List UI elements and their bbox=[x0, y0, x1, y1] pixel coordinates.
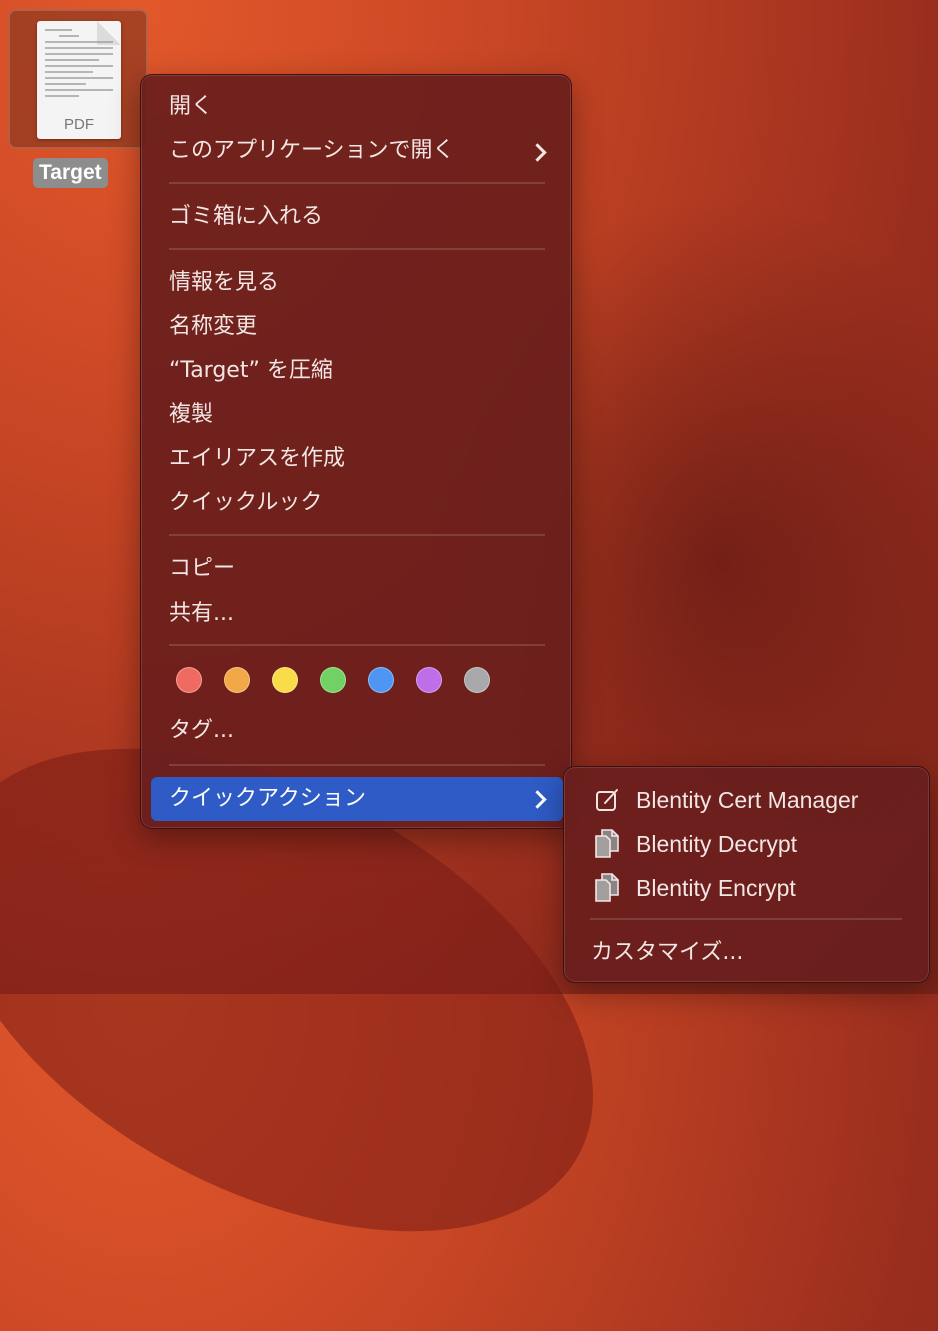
menu-item-quick-actions[interactable]: クイックアクション bbox=[151, 777, 563, 821]
menu-item-tags[interactable]: タグ... bbox=[169, 716, 234, 746]
pdf-thumbnail: PDF bbox=[37, 21, 121, 139]
quick-actions-submenu: Blentity Cert Manager Blentity Decrypt B… bbox=[563, 766, 930, 983]
menu-item-open-with[interactable]: このアプリケーションで開く bbox=[169, 136, 455, 166]
pdf-label: PDF bbox=[64, 116, 94, 133]
tag-purple-button[interactable] bbox=[416, 667, 442, 693]
menu-item-quick-actions-label: クイックアクション bbox=[169, 786, 366, 811]
tag-gray-button[interactable] bbox=[464, 667, 490, 693]
menu-item-open[interactable]: 開く bbox=[169, 92, 213, 122]
submenu-separator bbox=[590, 918, 902, 920]
submenu-item-cert-manager[interactable]: Blentity Cert Manager bbox=[636, 785, 858, 815]
menu-separator bbox=[169, 644, 545, 646]
file-name-label[interactable]: Target bbox=[33, 158, 108, 188]
chevron-right-icon bbox=[528, 790, 547, 809]
menu-item-rename[interactable]: 名称変更 bbox=[169, 312, 257, 342]
menu-item-duplicate[interactable]: 複製 bbox=[169, 400, 213, 430]
menu-separator bbox=[169, 182, 545, 184]
chevron-right-icon bbox=[528, 143, 547, 162]
menu-item-quick-look[interactable]: クイックルック bbox=[169, 488, 322, 518]
menu-separator bbox=[169, 764, 545, 766]
pdf-preview-lines bbox=[45, 29, 113, 101]
tag-orange-button[interactable] bbox=[224, 667, 250, 693]
tag-blue-button[interactable] bbox=[368, 667, 394, 693]
submenu-item-decrypt[interactable]: Blentity Decrypt bbox=[636, 829, 797, 859]
file-icon-selected[interactable]: PDF bbox=[8, 9, 148, 149]
tag-red-button[interactable] bbox=[176, 667, 202, 693]
menu-item-copy[interactable]: コピー bbox=[169, 554, 235, 584]
context-menu: 開く このアプリケーションで開く ゴミ箱に入れる 情報を見る 名称変更 “Tar… bbox=[140, 74, 572, 829]
menu-item-make-alias[interactable]: エイリアスを作成 bbox=[169, 444, 345, 474]
edit-square-icon bbox=[596, 789, 618, 811]
submenu-item-customize[interactable]: カスタマイズ... bbox=[591, 938, 743, 968]
documents-icon bbox=[595, 829, 619, 858]
menu-item-get-info[interactable]: 情報を見る bbox=[169, 268, 279, 298]
tag-green-button[interactable] bbox=[320, 667, 346, 693]
menu-item-move-to-trash[interactable]: ゴミ箱に入れる bbox=[169, 202, 323, 232]
tag-yellow-button[interactable] bbox=[272, 667, 298, 693]
menu-item-share[interactable]: 共有... bbox=[169, 599, 234, 629]
menu-item-compress[interactable]: “Target” を圧縮 bbox=[169, 356, 333, 386]
submenu-item-encrypt[interactable]: Blentity Encrypt bbox=[636, 873, 796, 903]
documents-icon bbox=[595, 873, 619, 902]
menu-separator bbox=[169, 534, 545, 536]
menu-separator bbox=[169, 248, 545, 250]
